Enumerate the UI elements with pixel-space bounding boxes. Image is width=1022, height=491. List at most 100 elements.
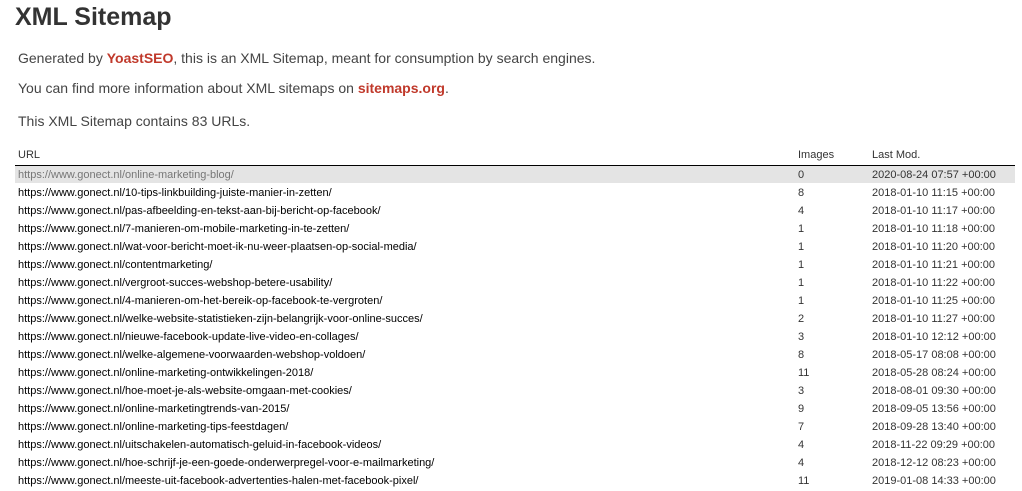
images-count-cell: 4 — [795, 453, 869, 472]
intro-section: Generated by YoastSEO, this is an XML Si… — [15, 50, 1015, 129]
url-cell: https://www.gonect.nl/online-marketing-o… — [15, 363, 795, 382]
images-count-cell: 4 — [795, 201, 869, 220]
generated-by-suffix: , this is an XML Sitemap, meant for cons… — [173, 50, 596, 66]
url-cell: https://www.gonect.nl/online-marketing-b… — [15, 165, 795, 184]
url-link[interactable]: https://www.gonect.nl/hoe-moet-je-als-we… — [18, 385, 352, 397]
url-link[interactable]: https://www.gonect.nl/4-manieren-om-het-… — [18, 295, 382, 307]
last-mod-cell: 2018-08-01 09:30 +00:00 — [869, 381, 1015, 400]
last-mod-cell: 2020-08-24 07:57 +00:00 — [869, 165, 1015, 184]
more-info-line: You can find more information about XML … — [18, 80, 1015, 96]
url-cell: https://www.gonect.nl/7-manieren-om-mobi… — [15, 219, 795, 238]
url-link[interactable]: https://www.gonect.nl/hoe-schrijf-je-een… — [18, 457, 434, 469]
table-row: https://www.gonect.nl/10-tips-linkbuildi… — [15, 183, 1015, 202]
url-link[interactable]: https://www.gonect.nl/online-marketing-o… — [18, 367, 313, 379]
url-link[interactable]: https://www.gonect.nl/vergroot-succes-we… — [18, 277, 332, 289]
last-mod-cell: 2018-01-10 11:17 +00:00 — [869, 201, 1015, 220]
table-row: https://www.gonect.nl/online-marketing-o… — [15, 363, 1015, 382]
url-link[interactable]: https://www.gonect.nl/wat-voor-bericht-m… — [18, 241, 417, 253]
url-cell: https://www.gonect.nl/hoe-moet-je-als-we… — [15, 381, 795, 400]
url-link[interactable]: https://www.gonect.nl/welke-algemene-voo… — [18, 349, 365, 361]
url-link[interactable]: https://www.gonect.nl/uitschakelen-autom… — [18, 439, 381, 451]
images-count-cell: 2 — [795, 309, 869, 328]
generated-by-prefix: Generated by — [18, 50, 107, 66]
images-count-cell: 7 — [795, 417, 869, 436]
url-link[interactable]: https://www.gonect.nl/pas-afbeelding-en-… — [18, 205, 381, 217]
images-count-cell: 1 — [795, 255, 869, 274]
images-count-cell: 8 — [795, 345, 869, 364]
table-header-row: URL Images Last Mod. — [15, 148, 1015, 166]
column-header-last-mod: Last Mod. — [869, 148, 1015, 166]
table-row: https://www.gonect.nl/4-manieren-om-het-… — [15, 291, 1015, 310]
url-cell: https://www.gonect.nl/meeste-uit-faceboo… — [15, 471, 795, 490]
table-body: https://www.gonect.nl/online-marketing-b… — [15, 165, 1015, 490]
table-row: https://www.gonect.nl/meeste-uit-faceboo… — [15, 471, 1015, 490]
table-row: https://www.gonect.nl/online-marketing-b… — [15, 165, 1015, 184]
url-cell: https://www.gonect.nl/online-marketing-t… — [15, 417, 795, 436]
last-mod-cell: 2018-01-10 11:27 +00:00 — [869, 309, 1015, 328]
last-mod-cell: 2018-11-22 09:29 +00:00 — [869, 435, 1015, 454]
url-cell: https://www.gonect.nl/contentmarketing/ — [15, 255, 795, 274]
url-cell: https://www.gonect.nl/4-manieren-om-het-… — [15, 291, 795, 310]
generated-by-line: Generated by YoastSEO, this is an XML Si… — [18, 50, 1015, 66]
url-link[interactable]: https://www.gonect.nl/10-tips-linkbuildi… — [18, 187, 332, 199]
more-info-prefix: You can find more information about XML … — [18, 80, 358, 96]
images-count-cell: 4 — [795, 435, 869, 454]
sitemap-page: XML Sitemap Generated by YoastSEO, this … — [0, 0, 1022, 490]
url-cell: https://www.gonect.nl/welke-algemene-voo… — [15, 345, 795, 364]
table-row: https://www.gonect.nl/online-marketing-t… — [15, 417, 1015, 436]
last-mod-cell: 2018-05-17 08:08 +00:00 — [869, 345, 1015, 364]
sitemap-table: URL Images Last Mod. https://www.gonect.… — [15, 148, 1015, 490]
images-count-cell: 11 — [795, 363, 869, 382]
last-mod-cell: 2018-01-10 11:20 +00:00 — [869, 237, 1015, 256]
url-link[interactable]: https://www.gonect.nl/nieuwe-facebook-up… — [18, 331, 359, 343]
url-cell: https://www.gonect.nl/wat-voor-bericht-m… — [15, 237, 795, 256]
images-count-cell: 0 — [795, 165, 869, 184]
last-mod-cell: 2018-01-10 12:12 +00:00 — [869, 327, 1015, 346]
url-link[interactable]: https://www.gonect.nl/online-marketingtr… — [18, 403, 289, 415]
page-title: XML Sitemap — [15, 3, 172, 31]
images-count-cell: 9 — [795, 399, 869, 418]
last-mod-cell: 2018-01-10 11:25 +00:00 — [869, 291, 1015, 310]
table-row: https://www.gonect.nl/hoe-moet-je-als-we… — [15, 381, 1015, 400]
url-link[interactable]: https://www.gonect.nl/7-manieren-om-mobi… — [18, 223, 349, 235]
column-header-url: URL — [15, 148, 795, 166]
column-header-images: Images — [795, 148, 869, 166]
table-row: https://www.gonect.nl/hoe-schrijf-je-een… — [15, 453, 1015, 472]
url-link[interactable]: https://www.gonect.nl/meeste-uit-faceboo… — [18, 475, 418, 487]
last-mod-cell: 2018-05-28 08:24 +00:00 — [869, 363, 1015, 382]
last-mod-cell: 2018-09-05 13:56 +00:00 — [869, 399, 1015, 418]
table-row: https://www.gonect.nl/welke-algemene-voo… — [15, 345, 1015, 364]
images-count-cell: 11 — [795, 471, 869, 490]
table-row: https://www.gonect.nl/online-marketingtr… — [15, 399, 1015, 418]
yoastseo-link[interactable]: YoastSEO — [107, 50, 174, 66]
table-row: https://www.gonect.nl/welke-website-stat… — [15, 309, 1015, 328]
last-mod-cell: 2018-01-10 11:21 +00:00 — [869, 255, 1015, 274]
url-cell: https://www.gonect.nl/online-marketingtr… — [15, 399, 795, 418]
url-cell: https://www.gonect.nl/pas-afbeelding-en-… — [15, 201, 795, 220]
table-row: https://www.gonect.nl/nieuwe-facebook-up… — [15, 327, 1015, 346]
last-mod-cell: 2018-01-10 11:15 +00:00 — [869, 183, 1015, 202]
more-info-suffix: . — [444, 80, 449, 96]
last-mod-cell: 2018-12-12 08:23 +00:00 — [869, 453, 1015, 472]
url-cell: https://www.gonect.nl/welke-website-stat… — [15, 309, 795, 328]
table-row: https://www.gonect.nl/7-manieren-om-mobi… — [15, 219, 1015, 238]
images-count-cell: 8 — [795, 183, 869, 202]
url-cell: https://www.gonect.nl/nieuwe-facebook-up… — [15, 327, 795, 346]
images-count-cell: 3 — [795, 327, 869, 346]
url-link[interactable]: https://www.gonect.nl/online-marketing-t… — [18, 421, 288, 433]
url-cell: https://www.gonect.nl/10-tips-linkbuildi… — [15, 183, 795, 202]
table-row: https://www.gonect.nl/wat-voor-bericht-m… — [15, 237, 1015, 256]
last-mod-cell: 2018-09-28 13:40 +00:00 — [869, 417, 1015, 436]
images-count-cell: 1 — [795, 273, 869, 292]
images-count-cell: 1 — [795, 219, 869, 238]
table-row: https://www.gonect.nl/contentmarketing/1… — [15, 255, 1015, 274]
url-cell: https://www.gonect.nl/hoe-schrijf-je-een… — [15, 453, 795, 472]
url-link[interactable]: https://www.gonect.nl/contentmarketing/ — [18, 259, 212, 271]
url-link[interactable]: https://www.gonect.nl/online-marketing-b… — [18, 169, 234, 181]
table-row: https://www.gonect.nl/uitschakelen-autom… — [15, 435, 1015, 454]
sitemaps-org-link[interactable]: sitemaps.org — [358, 80, 445, 96]
url-cell: https://www.gonect.nl/vergroot-succes-we… — [15, 273, 795, 292]
url-cell: https://www.gonect.nl/uitschakelen-autom… — [15, 435, 795, 454]
last-mod-cell: 2018-01-10 11:22 +00:00 — [869, 273, 1015, 292]
url-link[interactable]: https://www.gonect.nl/welke-website-stat… — [18, 313, 423, 325]
